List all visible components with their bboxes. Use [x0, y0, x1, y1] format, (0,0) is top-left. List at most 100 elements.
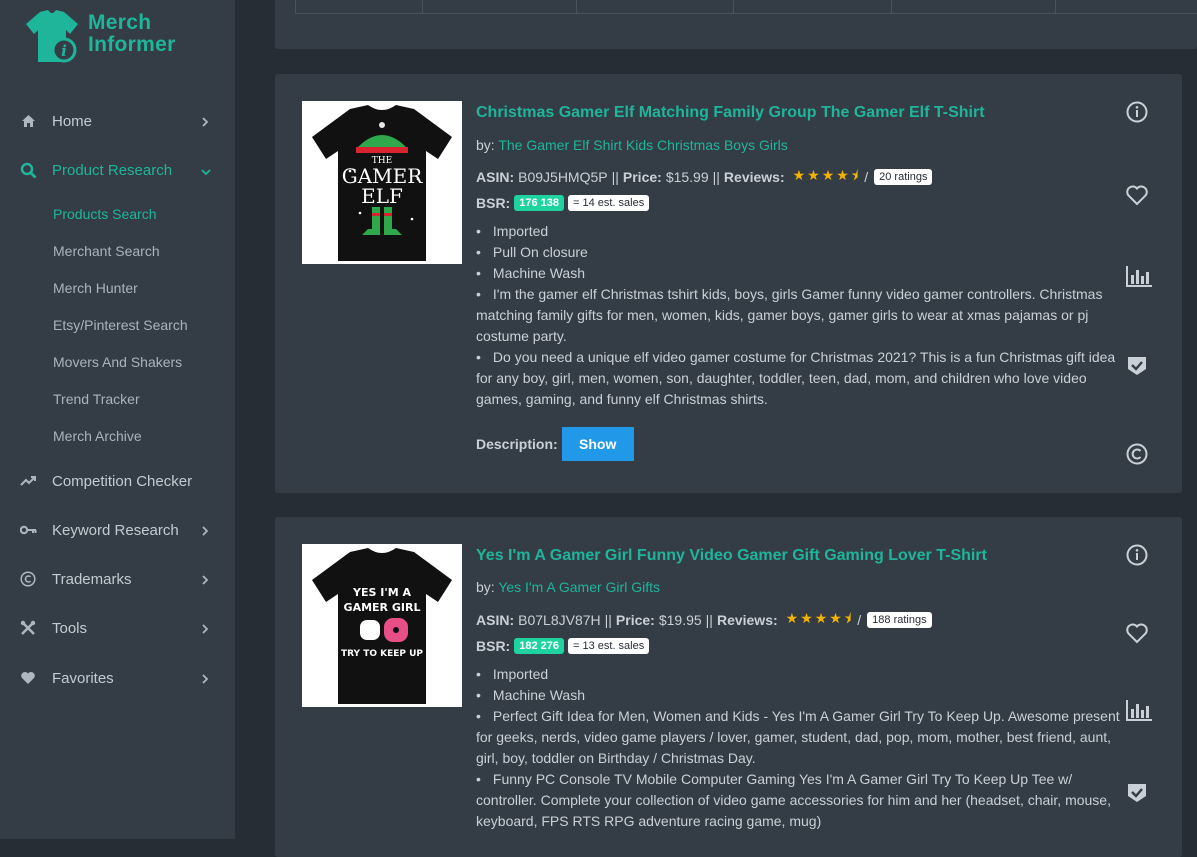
- asin-value: B07L8JV87H: [518, 612, 601, 628]
- brand-link[interactable]: Yes I'm A Gamer Girl Gifts: [498, 579, 660, 595]
- price-value: $15.99: [665, 169, 709, 185]
- show-description-button[interactable]: Show: [561, 427, 634, 461]
- results-table-bottom: [295, 0, 1197, 14]
- bullet-item: • Machine Wash: [476, 687, 585, 703]
- reviews-label: Reviews:: [723, 169, 785, 185]
- bar-chart-icon[interactable]: [1125, 698, 1152, 722]
- asin-label: ASIN:: [476, 169, 515, 185]
- bullet-item: • Funny PC Console TV Mobile Computer Gam…: [476, 771, 1111, 829]
- bullet-item: • I'm the gamer elf Christmas tshirt kids…: [476, 286, 1103, 344]
- shield-check-icon[interactable]: [1125, 354, 1149, 378]
- sidebar-subitem-movers-and-shakers[interactable]: Movers And Shakers: [53, 354, 182, 370]
- brand-name: Merch Informer: [88, 12, 176, 56]
- bullet-item: • Perfect Gift Idea for Men, Women and Ki…: [476, 708, 1120, 766]
- tshirt-logo-icon: i: [26, 10, 78, 63]
- bsr-label: BSR:: [476, 638, 511, 654]
- table-divider: [891, 0, 892, 13]
- price-value: $19.95: [658, 612, 702, 628]
- shirt-text: YES I'M A: [352, 586, 411, 599]
- table-divider: [576, 0, 577, 13]
- shirt-text: ELF: [361, 184, 403, 208]
- sidebar-subitem-merch-hunter[interactable]: Merch Hunter: [53, 280, 138, 296]
- favorite-heart-icon[interactable]: [1125, 621, 1149, 645]
- key-icon: [19, 521, 37, 539]
- product-image[interactable]: THE GAMER ELF: [302, 101, 462, 264]
- info-icon[interactable]: [1125, 543, 1149, 567]
- sidebar-item-label: Home: [52, 112, 93, 130]
- sidebar-subitem-merchant-search[interactable]: Merchant Search: [53, 243, 160, 259]
- copyright-icon[interactable]: [1125, 442, 1149, 466]
- sidebar-item-label: Favorites: [52, 669, 114, 687]
- table-divider: [422, 0, 423, 13]
- search-icon: [19, 161, 37, 179]
- sidebar-item-label: Trademarks: [52, 570, 132, 588]
- bullet-item: • Machine Wash: [476, 265, 585, 281]
- sidebar-item-competition-checker[interactable]: Competition Checker: [0, 466, 235, 496]
- separator: ||: [611, 169, 619, 185]
- brand-line-1: Merch: [88, 11, 152, 34]
- brand-line-2: Informer: [88, 33, 176, 56]
- favorite-heart-icon[interactable]: [1125, 183, 1149, 207]
- product-meta: ASIN: B07L8JV87H || Price: $19.95 || Rev…: [476, 608, 932, 632]
- product-card: YES I'M A GAMER GIRL TRY TO KEEP UP Yes …: [275, 517, 1182, 857]
- sidebar-item-keyword-research[interactable]: Keyword Research: [0, 515, 235, 545]
- bar-chart-icon[interactable]: [1125, 264, 1152, 288]
- sidebar-subitem-trend-tracker[interactable]: Trend Tracker: [53, 391, 140, 407]
- table-divider: [733, 0, 734, 13]
- sidebar-subitem-products-search[interactable]: Products Search: [53, 206, 157, 222]
- separator: ||: [604, 612, 612, 628]
- sidebar-subitem-merch-archive[interactable]: Merch Archive: [53, 428, 142, 444]
- product-meta: ASIN: B09J5HMQ5P || Price: $15.99 || Rev…: [476, 165, 933, 189]
- sidebar-item-tools[interactable]: Tools: [0, 613, 235, 643]
- heart-icon: [19, 669, 37, 687]
- bullet-item: • Pull On closure: [476, 244, 588, 260]
- product-title[interactable]: Yes I'm A Gamer Girl Funny Video Gamer G…: [476, 547, 987, 565]
- product-brand-line: by: Yes I'm A Gamer Girl Gifts: [476, 579, 660, 595]
- chevron-right-icon: [200, 623, 210, 634]
- rating-stars: ★★★★⯨: [792, 167, 861, 183]
- est-sales-badge: = 14 est. sales: [568, 195, 650, 211]
- home-icon: [19, 112, 37, 130]
- sidebar-item-product-research[interactable]: Product Research: [0, 155, 235, 185]
- est-sales-badge: = 13 est. sales: [568, 638, 650, 654]
- price-label: Price:: [622, 169, 662, 185]
- sidebar-item-label: Tools: [52, 619, 88, 637]
- sidebar: i Merch Informer Home Product Research P…: [0, 0, 235, 839]
- reviews-label: Reviews:: [716, 612, 778, 628]
- product-bsr: BSR: 182 276 = 13 est. sales: [476, 638, 650, 654]
- slash: /: [857, 612, 862, 628]
- product-bsr: BSR: 176 138 = 14 est. sales: [476, 195, 650, 211]
- sidebar-subitem-etsy-pinterest-search[interactable]: Etsy/Pinterest Search: [53, 317, 188, 333]
- ratings-count-badge: 20 ratings: [874, 169, 933, 185]
- results-table-card: [275, 0, 1197, 49]
- chevron-right-icon: [200, 116, 210, 127]
- by-label: by:: [476, 579, 495, 595]
- chevron-right-icon: [200, 574, 210, 585]
- bullet-item: • Imported: [476, 666, 549, 682]
- sidebar-item-home[interactable]: Home: [0, 106, 235, 136]
- sidebar-item-favorites[interactable]: Favorites: [0, 663, 235, 693]
- info-icon[interactable]: [1125, 100, 1149, 124]
- price-label: Price:: [615, 612, 655, 628]
- separator: ||: [712, 169, 720, 185]
- shield-check-icon[interactable]: [1125, 781, 1149, 805]
- by-label: by:: [476, 137, 495, 153]
- tools-icon: [19, 619, 37, 637]
- rating-stars: ★★★★⯨: [785, 610, 854, 626]
- sidebar-item-label: Competition Checker: [52, 472, 193, 490]
- chevron-down-icon: [200, 165, 211, 176]
- bsr-label: BSR:: [476, 195, 511, 211]
- bsr-badge: 176 138: [514, 195, 564, 211]
- brand-logo[interactable]: i Merch Informer: [22, 8, 222, 68]
- svg-text:i: i: [61, 42, 67, 60]
- brand-link[interactable]: The Gamer Elf Shirt Kids Christmas Boys …: [498, 137, 787, 153]
- asin-label: ASIN:: [476, 612, 515, 628]
- asin-value: B09J5HMQ5P: [518, 169, 608, 185]
- slash: /: [864, 169, 869, 185]
- trend-icon: [19, 472, 37, 490]
- bullet-item: • Do you need a unique elf video gamer co…: [476, 349, 1116, 407]
- product-title[interactable]: Christmas Gamer Elf Matching Family Grou…: [476, 104, 985, 122]
- product-image[interactable]: YES I'M A GAMER GIRL TRY TO KEEP UP: [302, 544, 462, 707]
- sidebar-item-trademarks[interactable]: Trademarks: [0, 564, 235, 594]
- copyright-icon: [19, 570, 37, 588]
